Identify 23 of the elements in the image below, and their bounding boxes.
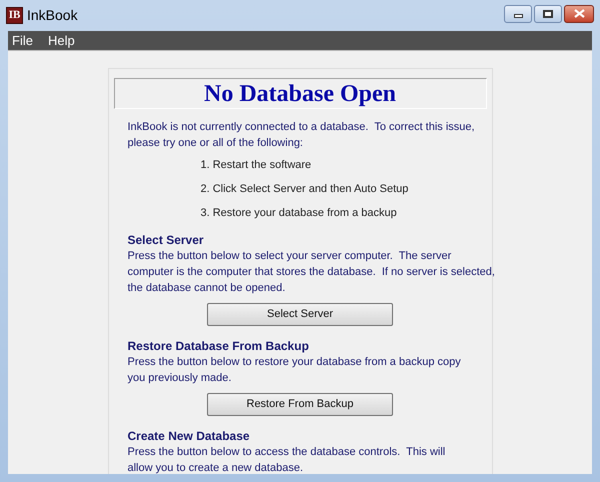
section-title: Create New Database: [128, 428, 251, 444]
action-button[interactable]: Restore From Backup: [207, 393, 393, 416]
step-text: 1. Restart the software: [200, 159, 312, 172]
menu-item[interactable]: File: [12, 30, 33, 50]
window-title: InkBook: [27, 6, 78, 25]
section-text: Press the button below to select your server computer. The server computer is the computer that stores the database. If no server is selected, the database cannot be opened.: [128, 249, 496, 296]
close-button[interactable]: [564, 4, 594, 22]
page-heading: No Database Open: [204, 82, 396, 106]
section-title: Restore Database From Backup: [128, 338, 310, 354]
maximize-icon: [543, 10, 553, 18]
intro-text: InkBook is not currently connected to a database. To correct this issue, please try one or all of the following:: [128, 120, 476, 151]
section-text: Press the button below to access the database controls. This will allow you to create a new database.: [128, 445, 446, 474]
step-text: 2. Click Select Server and then Auto Setup: [200, 183, 410, 196]
action-button[interactable]: Select Server: [207, 303, 393, 326]
minimize-button[interactable]: [504, 4, 532, 22]
menu-item[interactable]: Help: [48, 30, 75, 50]
app-logo: IB: [6, 7, 23, 24]
maximize-button[interactable]: [534, 4, 562, 22]
section-title: Select Server: [128, 232, 205, 248]
close-icon: [574, 9, 584, 18]
section-text: Press the button below to restore your database from a backup copy you previously made.: [128, 355, 462, 386]
minimize-icon: [514, 14, 522, 18]
step-text: 3. Restore your database from a backup: [200, 207, 398, 220]
